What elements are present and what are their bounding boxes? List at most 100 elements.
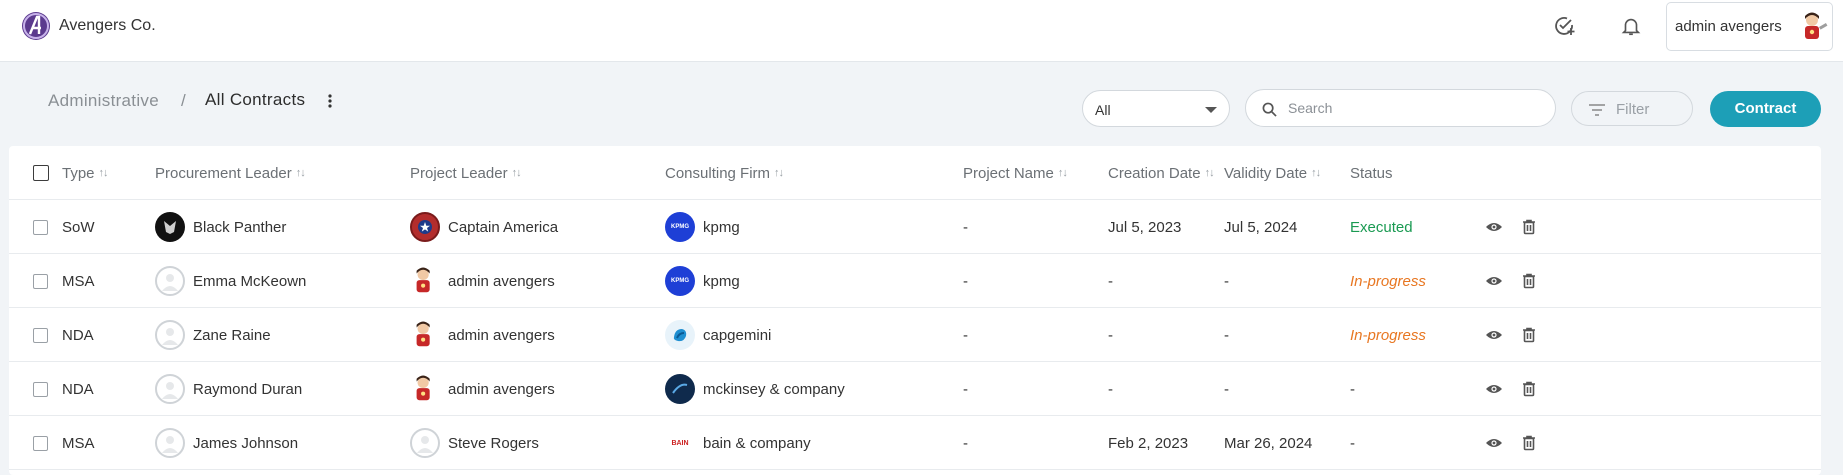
status-badge: In-progress: [1350, 326, 1426, 344]
breadcrumb-administrative[interactable]: Administrative: [48, 91, 159, 111]
project-leader-cell: admin avengers: [410, 362, 555, 416]
search-icon: [1262, 102, 1277, 122]
creation-date-cell: -: [1108, 326, 1113, 344]
view-icon[interactable]: [1485, 326, 1503, 344]
page-title: All Contracts: [205, 90, 306, 109]
validity-date-cell: -: [1224, 380, 1229, 398]
project-name-cell: -: [963, 380, 968, 398]
delete-icon[interactable]: [1520, 326, 1538, 344]
sort-icon[interactable]: ↑↓: [512, 167, 522, 179]
sort-icon[interactable]: ↑↓: [99, 167, 109, 179]
delete-icon[interactable]: [1520, 218, 1538, 236]
procurement-leader-cell: Zane Raine: [155, 308, 271, 362]
search-box[interactable]: [1245, 89, 1556, 127]
top-bar: Avengers Co. admin avengers: [0, 0, 1843, 62]
type-cell: SoW: [62, 218, 95, 236]
table-row[interactable]: NDA Raymond Duran admin avengers mckinse…: [9, 362, 1821, 416]
consulting-firm-name: mckinsey & company: [703, 380, 845, 398]
kpmg-logo: KPMG: [665, 212, 695, 242]
brand-name: Avengers Co.: [59, 17, 156, 34]
project-leader-cell: admin avengers: [410, 254, 555, 308]
project-name-cell: -: [963, 434, 968, 452]
avatar: [155, 266, 185, 296]
status-badge: In-progress: [1350, 272, 1426, 290]
view-icon[interactable]: [1485, 380, 1503, 398]
column-type-label: Type: [62, 164, 95, 182]
validity-date-cell: Mar 26, 2024: [1224, 434, 1313, 452]
add-contract-button[interactable]: Contract: [1710, 91, 1821, 127]
procurement-leader-name: Emma McKeown: [193, 272, 307, 290]
column-status: Status: [1350, 146, 1393, 200]
select-all-checkbox[interactable]: [33, 165, 49, 181]
column-consulting-firm[interactable]: Consulting Firm ↑↓: [665, 146, 784, 200]
column-consulting-firm-label: Consulting Firm: [665, 164, 771, 182]
sort-icon[interactable]: ↑↓: [1311, 167, 1321, 179]
user-avatar: [1799, 11, 1829, 43]
validity-date-cell: -: [1224, 272, 1229, 290]
avatar: [410, 212, 440, 242]
add-task-icon[interactable]: [1551, 13, 1577, 39]
procurement-leader-name: Zane Raine: [193, 326, 271, 344]
column-creation-date-label: Creation Date: [1108, 164, 1201, 182]
column-project-leader-label: Project Leader: [410, 164, 508, 182]
type-cell: MSA: [62, 434, 95, 452]
view-icon[interactable]: [1485, 272, 1503, 290]
breadcrumb-separator: /: [181, 91, 186, 110]
view-icon[interactable]: [1485, 434, 1503, 452]
column-status-label: Status: [1350, 164, 1393, 182]
search-input[interactable]: [1288, 98, 1543, 118]
row-checkbox[interactable]: [33, 274, 48, 289]
column-type[interactable]: Type ↑↓: [62, 146, 109, 200]
column-validity-date[interactable]: Validity Date ↑↓: [1224, 146, 1321, 200]
bell-icon[interactable]: [1618, 13, 1644, 39]
avatar: [410, 428, 440, 458]
consulting-firm-cell: KPMG kpmg: [665, 200, 740, 254]
validity-date-cell: -: [1224, 326, 1229, 344]
table-row[interactable]: SoW Black Panther Captain America KPMG k…: [9, 200, 1821, 254]
more-options-icon[interactable]: [325, 92, 335, 110]
table-row[interactable]: NDA Zane Raine admin avengers capgemini …: [9, 308, 1821, 362]
contract-type-select-value: All: [1095, 102, 1111, 118]
user-menu[interactable]: admin avengers: [1666, 2, 1833, 51]
table-row[interactable]: MSA Emma McKeown admin avengers KPMG kpm…: [9, 254, 1821, 308]
row-checkbox[interactable]: [33, 328, 48, 343]
status-badge: Executed: [1350, 218, 1413, 236]
table-row[interactable]: MSA James Johnson Steve Rogers BAIN bain…: [9, 416, 1821, 470]
project-name-cell: -: [963, 218, 968, 236]
consulting-firm-cell: BAIN bain & company: [665, 416, 810, 470]
bain-logo: BAIN: [671, 439, 689, 447]
column-project-name[interactable]: Project Name ↑↓: [963, 146, 1068, 200]
project-leader-cell: Steve Rogers: [410, 416, 539, 470]
delete-icon[interactable]: [1520, 380, 1538, 398]
delete-icon[interactable]: [1520, 272, 1538, 290]
sort-icon[interactable]: ↑↓: [296, 167, 306, 179]
table-header: Type ↑↓ Procurement Leader ↑↓ Project Le…: [9, 146, 1821, 200]
row-checkbox[interactable]: [33, 382, 48, 397]
sort-icon[interactable]: ↑↓: [774, 167, 784, 179]
column-procurement-leader[interactable]: Procurement Leader ↑↓: [155, 146, 306, 200]
creation-date-cell: Jul 5, 2023: [1108, 218, 1182, 236]
column-procurement-leader-label: Procurement Leader: [155, 164, 292, 182]
column-creation-date[interactable]: Creation Date ↑↓: [1108, 146, 1215, 200]
type-cell: NDA: [62, 380, 94, 398]
sort-icon[interactable]: ↑↓: [1205, 167, 1215, 179]
procurement-leader-name: Raymond Duran: [193, 380, 303, 398]
avengers-logo-icon[interactable]: [22, 12, 50, 40]
column-project-leader[interactable]: Project Leader ↑↓: [410, 146, 522, 200]
creation-date-cell: Feb 2, 2023: [1108, 434, 1189, 452]
consulting-firm-cell: capgemini: [665, 308, 771, 362]
consulting-firm-name: kpmg: [703, 218, 740, 236]
delete-icon[interactable]: [1520, 434, 1538, 452]
project-name-cell: -: [963, 326, 968, 344]
sort-icon[interactable]: ↑↓: [1058, 167, 1068, 179]
project-leader-name: admin avengers: [448, 380, 555, 398]
status-badge: -: [1350, 380, 1355, 398]
contract-type-select[interactable]: All: [1082, 90, 1230, 127]
procurement-leader-cell: Emma McKeown: [155, 254, 306, 308]
row-checkbox[interactable]: [33, 436, 48, 451]
chevron-down-icon: [1205, 107, 1217, 113]
view-icon[interactable]: [1485, 218, 1503, 236]
row-checkbox[interactable]: [33, 220, 48, 235]
mckinsey-logo: [665, 374, 695, 404]
filter-button[interactable]: Filter: [1571, 91, 1693, 126]
